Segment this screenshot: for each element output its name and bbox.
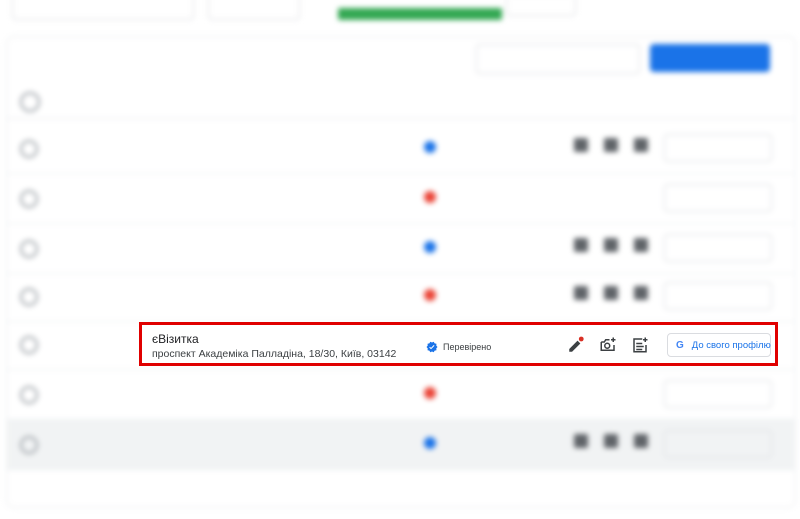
status-icon [424,241,436,253]
account-selector [12,0,194,20]
edit-icon [574,434,588,448]
add-post-button[interactable] [631,336,649,354]
profile-button [664,282,772,310]
row-checkbox [20,288,38,306]
go-to-profile-label: До свого профілю [691,339,771,351]
table-header [6,86,794,119]
edit-icon [569,336,584,352]
location-address: проспект Академіка Палладіна, 18/30, Киї… [152,348,397,360]
add-photo-icon [604,286,618,300]
table-row [6,370,794,420]
row-checkbox [20,240,38,258]
row-checkbox [20,436,38,454]
top-bar [0,0,800,22]
top-button [208,0,300,20]
verify-button [664,184,772,212]
table-row [6,224,794,274]
add-post-icon [634,434,648,448]
status-icon [424,289,436,301]
profile-button [664,234,772,262]
blurred-background [0,0,800,519]
row-checkbox [20,336,38,354]
verified-badge-icon [426,341,438,353]
row-checkbox [20,386,38,404]
add-post-icon [634,286,648,300]
add-photo-icon [604,238,618,252]
select-all-checkbox [20,92,40,112]
verify-button [664,380,772,408]
edit-icon [574,138,588,152]
add-post-icon [634,138,648,152]
edit-profile-button[interactable] [567,336,585,354]
edit-icon [574,286,588,300]
row-checkbox [20,190,38,208]
add-post-icon [633,337,648,353]
add-location-button [650,44,770,72]
profile-button [664,134,772,162]
search-input [476,44,640,74]
status-label: Перевірено [443,342,492,352]
status-icon [424,437,436,449]
profile-button [664,430,772,458]
progress-bar [338,8,502,20]
location-name: єВізитка [152,332,199,346]
add-photo-icon [604,434,618,448]
table-row [6,174,794,224]
add-photo-icon [600,337,616,351]
verification-status: Перевірено [426,341,491,353]
table-row [6,272,794,322]
google-g-icon: G [676,339,684,351]
top-chip [506,0,576,16]
add-photo-button[interactable] [599,336,617,354]
add-post-icon [634,238,648,252]
status-icon [424,191,436,203]
table-row [6,420,794,470]
table-row [6,124,794,174]
add-photo-icon [604,138,618,152]
highlighted-location-row[interactable]: єВізитка проспект Академіка Палладіна, 1… [139,322,778,366]
status-icon [424,387,436,399]
go-to-profile-button[interactable]: G До свого профілю [667,333,771,357]
status-icon [424,141,436,153]
edit-icon [574,238,588,252]
row-checkbox [20,140,38,158]
